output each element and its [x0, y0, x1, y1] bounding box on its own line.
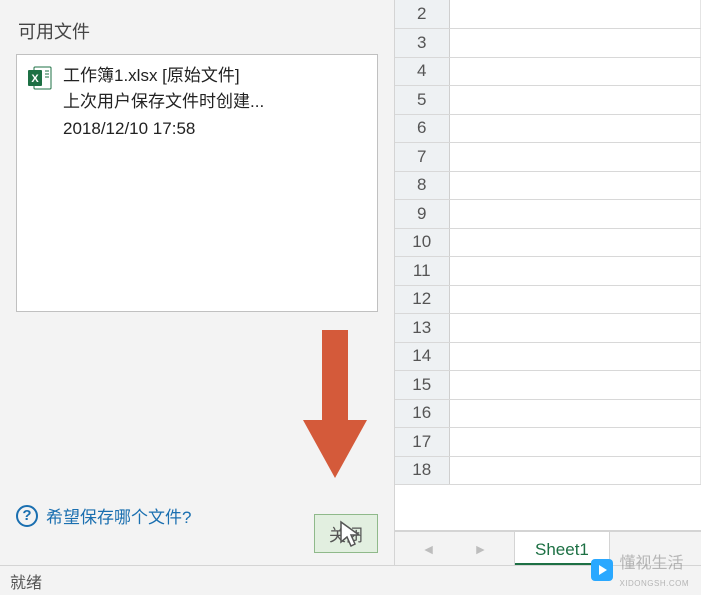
grid-row: 15 — [395, 371, 701, 400]
row-header[interactable]: 7 — [395, 143, 449, 172]
grid-cell[interactable] — [449, 285, 701, 314]
row-header[interactable]: 9 — [395, 200, 449, 229]
chevron-right-icon[interactable]: ► — [474, 541, 488, 557]
grid[interactable]: 23456789101112131415161718 — [395, 0, 701, 531]
grid-row: 17 — [395, 428, 701, 457]
sheet-tab-bar: ◄ ► Sheet1 — [395, 531, 701, 565]
file-name: 工作簿1.xlsx [原始文件] — [63, 63, 264, 89]
grid-row: 14 — [395, 342, 701, 371]
grid-cell[interactable] — [449, 399, 701, 428]
grid-cell[interactable] — [449, 29, 701, 58]
grid-cell[interactable] — [449, 200, 701, 229]
grid-cell[interactable] — [449, 456, 701, 485]
row-header[interactable]: 6 — [395, 114, 449, 143]
grid-cell[interactable] — [449, 371, 701, 400]
file-details: 工作簿1.xlsx [原始文件] 上次用户保存文件时创建... 2018/12/… — [63, 63, 264, 142]
excel-file-icon: X — [27, 65, 53, 94]
grid-cell[interactable] — [449, 171, 701, 200]
grid-row: 8 — [395, 171, 701, 200]
grid-cell[interactable] — [449, 257, 701, 286]
close-button[interactable]: 关闭 — [314, 514, 378, 553]
grid-row: 13 — [395, 314, 701, 343]
row-header[interactable]: 13 — [395, 314, 449, 343]
help-text: 希望保存哪个文件? — [46, 503, 191, 528]
grid-row: 16 — [395, 399, 701, 428]
row-header[interactable]: 3 — [395, 29, 449, 58]
file-item[interactable]: X 工作簿1.xlsx [原始文件] 上次用户保存文件时创建... 2018/1… — [27, 63, 367, 142]
grid-row: 4 — [395, 57, 701, 86]
grid-row: 9 — [395, 200, 701, 229]
grid-cell[interactable] — [449, 228, 701, 257]
status-bar: 就绪 — [0, 565, 701, 595]
sheet-tab[interactable]: Sheet1 — [515, 531, 610, 565]
grid-row: 7 — [395, 143, 701, 172]
row-header[interactable]: 17 — [395, 428, 449, 457]
row-header[interactable]: 14 — [395, 342, 449, 371]
help-link[interactable]: ? 希望保存哪个文件? — [16, 503, 191, 528]
status-text: 就绪 — [10, 569, 42, 593]
sheet-nav-arrows[interactable]: ◄ ► — [395, 532, 515, 565]
row-header[interactable]: 5 — [395, 86, 449, 115]
sheet-tab-label: Sheet1 — [535, 540, 589, 560]
question-icon: ? — [16, 505, 38, 527]
file-description: 上次用户保存文件时创建... — [63, 89, 264, 115]
row-header[interactable]: 12 — [395, 285, 449, 314]
grid-cell[interactable] — [449, 314, 701, 343]
grid-cell[interactable] — [449, 342, 701, 371]
grid-row: 5 — [395, 86, 701, 115]
svg-text:X: X — [31, 73, 39, 85]
grid-cell[interactable] — [449, 114, 701, 143]
grid-row: 3 — [395, 29, 701, 58]
row-header[interactable]: 10 — [395, 228, 449, 257]
grid-cell[interactable] — [449, 0, 701, 29]
grid-row: 18 — [395, 456, 701, 485]
spreadsheet-area: 23456789101112131415161718 ◄ ► Sheet1 — [395, 0, 701, 565]
row-header[interactable]: 15 — [395, 371, 449, 400]
grid-row: 10 — [395, 228, 701, 257]
grid-cell[interactable] — [449, 86, 701, 115]
grid-cell[interactable] — [449, 428, 701, 457]
chevron-left-icon[interactable]: ◄ — [422, 541, 436, 557]
panel-title: 可用文件 — [16, 0, 378, 54]
file-timestamp: 2018/12/10 17:58 — [63, 116, 264, 142]
grid-row: 11 — [395, 257, 701, 286]
grid-row: 6 — [395, 114, 701, 143]
row-header[interactable]: 16 — [395, 399, 449, 428]
row-header[interactable]: 11 — [395, 257, 449, 286]
available-files-list[interactable]: X 工作簿1.xlsx [原始文件] 上次用户保存文件时创建... 2018/1… — [16, 54, 378, 312]
row-header[interactable]: 8 — [395, 171, 449, 200]
row-header[interactable]: 18 — [395, 456, 449, 485]
recovery-panel: 可用文件 X 工作簿1.xlsx [原始文件] 上次用户保存文件时创建... — [0, 0, 395, 565]
row-header[interactable]: 4 — [395, 57, 449, 86]
grid-cell[interactable] — [449, 143, 701, 172]
grid-cell[interactable] — [449, 57, 701, 86]
row-header[interactable]: 2 — [395, 0, 449, 29]
grid-row: 12 — [395, 285, 701, 314]
grid-row: 2 — [395, 0, 701, 29]
